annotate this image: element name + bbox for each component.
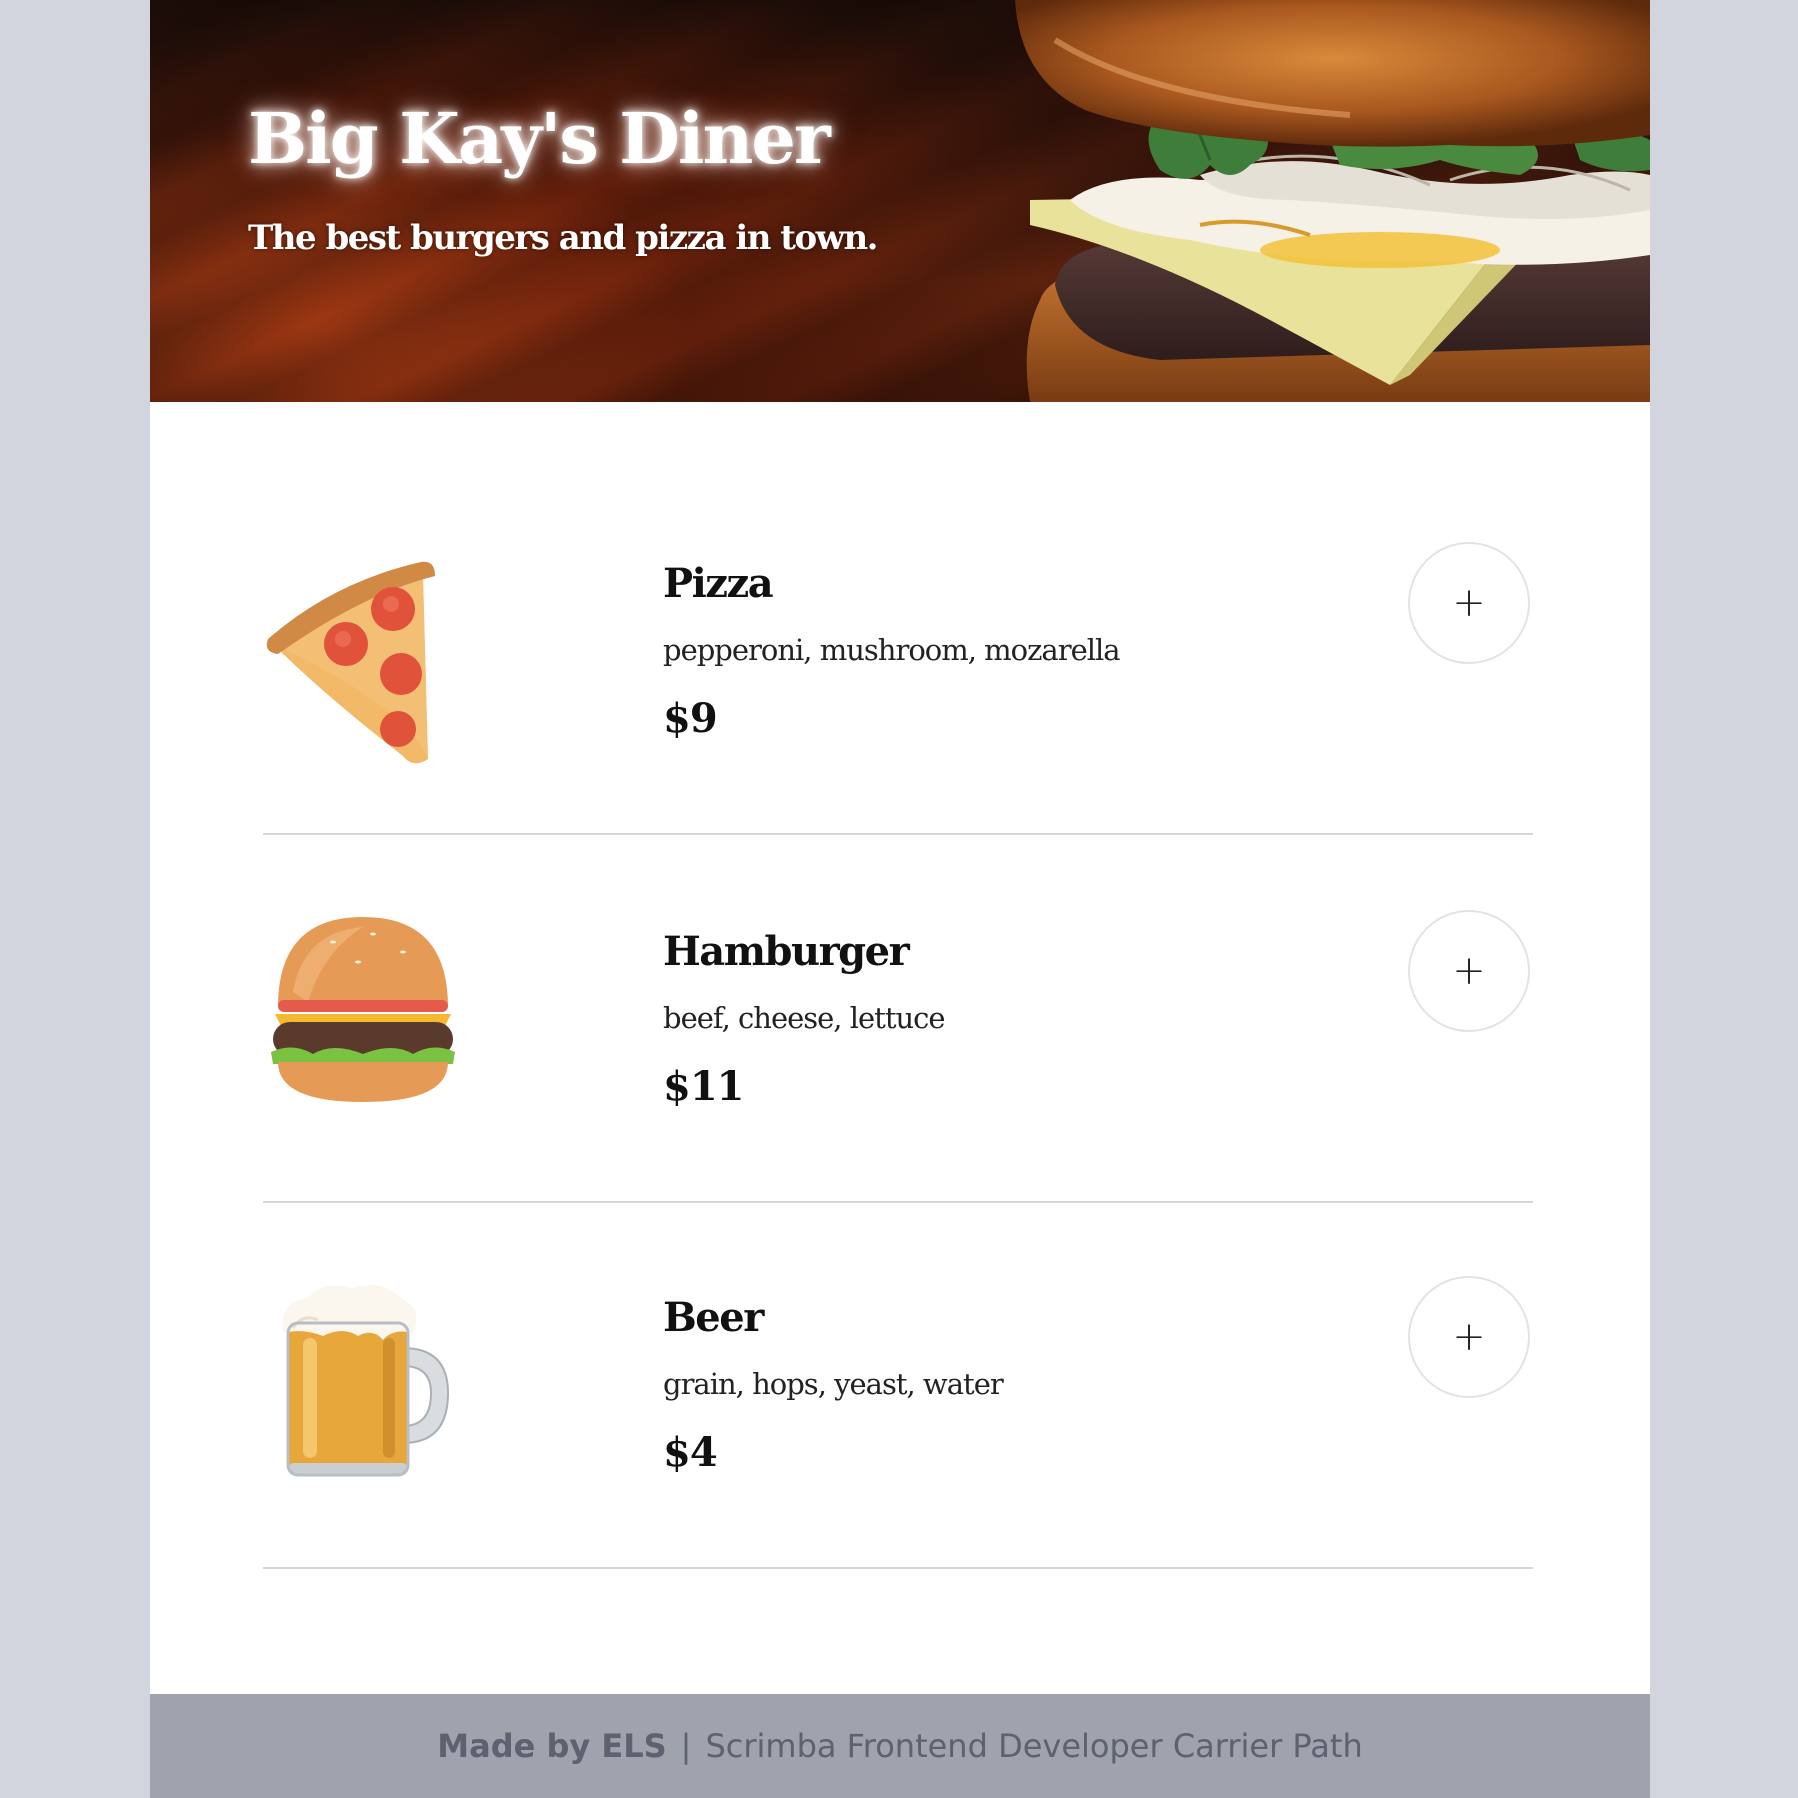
hamburger-icon	[271, 917, 455, 1102]
footer: Made by ELS | Scrimba Frontend Developer…	[150, 1694, 1650, 1798]
menu-item-hamburger: Hamburger beef, cheese, lettuce $11 +	[263, 835, 1533, 1203]
item-name: Pizza	[663, 560, 774, 607]
item-ingredients: grain, hops, yeast, water	[663, 1367, 1004, 1401]
footer-author: Made by ELS	[437, 1727, 667, 1765]
item-price: $4	[663, 1429, 718, 1476]
add-pizza-button[interactable]: +	[1408, 542, 1530, 664]
page-subtitle: The best burgers and pizza in town.	[248, 218, 879, 258]
menu-item-beer: Beer grain, hops, yeast, water $4 +	[263, 1201, 1533, 1569]
item-ingredients: pepperoni, mushroom, mozarella	[663, 633, 1121, 667]
hero-banner: Big Kay's Diner The best burgers and piz…	[150, 0, 1650, 402]
item-price: $9	[663, 695, 718, 742]
add-beer-button[interactable]: +	[1408, 1276, 1530, 1398]
footer-text: Scrimba Frontend Developer Carrier Path	[705, 1727, 1363, 1765]
item-name: Beer	[663, 1294, 764, 1341]
add-hamburger-button[interactable]: +	[1408, 910, 1530, 1032]
footer-separator: |	[680, 1727, 692, 1765]
pizza-icon	[266, 561, 435, 764]
item-ingredients: beef, cheese, lettuce	[663, 1001, 946, 1035]
menu-item-pizza: Pizza pepperoni, mushroom, mozarella $9 …	[263, 467, 1533, 835]
page-container: Big Kay's Diner The best burgers and piz…	[150, 0, 1650, 1798]
item-price: $11	[663, 1063, 744, 1110]
beer-icon	[282, 1284, 450, 1477]
page-title: Big Kay's Diner	[248, 97, 831, 180]
item-name: Hamburger	[663, 928, 910, 975]
burger-photo	[1015, 0, 1650, 402]
